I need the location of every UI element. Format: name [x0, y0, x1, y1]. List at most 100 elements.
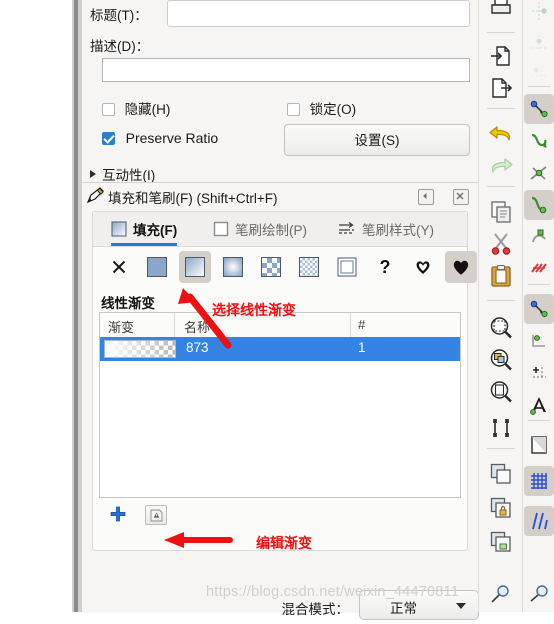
- gradient-square-icon: [111, 221, 127, 237]
- preserve-ratio-row[interactable]: Preserve Ratio: [102, 130, 218, 146]
- object-properties-button[interactable]: [483, 578, 519, 610]
- duplicate-button[interactable]: [483, 458, 519, 490]
- paste-button[interactable]: [483, 260, 519, 292]
- chevron-down-icon: [456, 603, 466, 609]
- empty-square-icon: [213, 221, 229, 237]
- print-button[interactable]: [483, 0, 519, 24]
- fill-type-swatch[interactable]: [293, 251, 325, 283]
- lock-checkbox-row[interactable]: 锁定(O): [287, 98, 356, 118]
- tab-stroke-paint[interactable]: 笔刷绘制(P): [213, 212, 307, 246]
- fill-type-unknown[interactable]: ?: [369, 251, 401, 283]
- fill-type-pattern[interactable]: [255, 251, 287, 283]
- snap-path-intersection-button[interactable]: [524, 158, 554, 188]
- import-button[interactable]: [483, 40, 519, 72]
- hide-checkbox[interactable]: [102, 103, 115, 116]
- snap-others-button[interactable]: [524, 294, 554, 324]
- question-mark-icon: ?: [379, 256, 391, 277]
- gradient-list-toolbar: [99, 500, 461, 530]
- fillrule-nonzero[interactable]: [445, 251, 477, 283]
- snap-object-center-button[interactable]: [524, 358, 554, 388]
- tab-stroke-style-label: 笔刷样式(Y): [362, 223, 434, 238]
- print-icon: [491, 0, 511, 14]
- snap-bounding-box-icon: [532, 2, 547, 20]
- hide-checkbox-row[interactable]: 隐藏(H): [102, 98, 170, 118]
- import-icon: [491, 46, 510, 66]
- snap-handle-button[interactable]: [524, 578, 554, 608]
- dialog-collapse-button[interactable]: [418, 189, 434, 205]
- interactivity-expander[interactable]: 互动性(I): [90, 164, 155, 184]
- radial-gradient-icon: [223, 257, 243, 277]
- fillrule-even-odd[interactable]: [407, 251, 439, 283]
- settings-button[interactable]: 设置(S): [284, 124, 470, 156]
- selector-tool-icon: [493, 419, 509, 437]
- zoom-selection-button[interactable]: [483, 312, 519, 344]
- group-lock-icon: [490, 497, 511, 518]
- snap-cusp-node-button[interactable]: [524, 190, 554, 220]
- snap-smooth-node-button[interactable]: [524, 222, 554, 252]
- export-icon: [492, 78, 513, 98]
- snap-path-button[interactable]: [524, 126, 554, 156]
- column-header-gradient[interactable]: 渐变: [108, 317, 134, 336]
- snap-grid-button[interactable]: [524, 466, 554, 496]
- cut-button[interactable]: [483, 228, 519, 260]
- fill-type-flat-color[interactable]: [141, 251, 173, 283]
- paste-icon: [491, 264, 511, 287]
- export-button[interactable]: [483, 72, 519, 104]
- hide-label: 隐藏(H): [124, 102, 171, 117]
- canvas-area[interactable]: [0, 0, 72, 612]
- copy-icon: [491, 201, 511, 223]
- snap-bbox-center-button[interactable]: [524, 326, 554, 356]
- snap-midpoint-icon: [531, 263, 547, 273]
- fill-type-buttons: ?: [93, 246, 477, 288]
- title-input[interactable]: [167, 0, 470, 27]
- snap-nodes-button[interactable]: [524, 94, 554, 124]
- fill-type-mesh-gradient[interactable]: [331, 251, 363, 283]
- ungroup-button[interactable]: [483, 526, 519, 558]
- object-properties-icon: [491, 585, 509, 603]
- evenodd-heart-icon: [414, 258, 432, 276]
- gradient-swatch: [104, 340, 176, 358]
- selector-tool-button[interactable]: [483, 412, 519, 444]
- zoom-page-button[interactable]: [483, 376, 519, 408]
- copy-button[interactable]: [483, 196, 519, 228]
- fill-type-linear-gradient[interactable]: [179, 251, 211, 283]
- lock-label: 锁定(O): [309, 102, 357, 117]
- group-lock-button[interactable]: [483, 492, 519, 524]
- fill-stroke-tabs: 填充(F) 笔刷绘制(P) 笔刷样式(Y): [93, 212, 467, 247]
- tab-stroke-style[interactable]: 笔刷样式(Y): [338, 212, 434, 246]
- edit-gradient-button[interactable]: [145, 505, 167, 525]
- snap-text-baseline-icon: [530, 397, 546, 415]
- snap-midpoint-button[interactable]: [524, 254, 554, 284]
- zoom-drawing-button[interactable]: [483, 344, 519, 376]
- snap-page-border-button[interactable]: [524, 430, 554, 460]
- fill-type-radial-gradient[interactable]: [217, 251, 249, 283]
- snap-text-baseline-button[interactable]: [524, 390, 554, 420]
- snap-bbox-corner-button[interactable]: [524, 58, 554, 88]
- linear-gradient-icon: [185, 257, 205, 277]
- tab-fill[interactable]: 填充(F): [111, 212, 178, 246]
- header-divider: [350, 313, 351, 337]
- x-icon: [112, 260, 126, 274]
- swatch-pattern-icon: [299, 257, 319, 277]
- undo-button[interactable]: [483, 118, 519, 150]
- column-header-name[interactable]: 名称: [184, 317, 210, 336]
- snap-handle-icon: [530, 585, 548, 602]
- redo-button[interactable]: [483, 150, 519, 182]
- lock-checkbox[interactable]: [287, 103, 300, 116]
- annotation-edit-gradient: 编辑渐变: [256, 535, 312, 551]
- gradient-type-label: 线性渐变: [101, 296, 155, 311]
- preserve-ratio-checkbox[interactable]: [102, 132, 115, 145]
- mesh-square-icon: [337, 257, 357, 277]
- gradient-list[interactable]: 渐变 名称 # 873 1: [99, 312, 461, 498]
- snap-bounding-box-button[interactable]: [524, 0, 554, 26]
- panel-splitter[interactable]: [72, 0, 82, 612]
- description-input[interactable]: [102, 58, 470, 82]
- fill-type-no-paint[interactable]: [103, 251, 135, 283]
- add-gradient-button[interactable]: [109, 505, 127, 523]
- dialog-close-button[interactable]: [453, 189, 469, 205]
- table-row[interactable]: 873 1: [100, 337, 460, 361]
- snap-bbox-edge-button[interactable]: [524, 28, 554, 58]
- column-header-count[interactable]: #: [358, 317, 365, 332]
- object-properties-panel: 标题(T)： 描述(D)： 隐藏(H) 锁定(O) Preserve Ratio…: [82, 0, 478, 184]
- snap-guide-button[interactable]: [524, 506, 554, 536]
